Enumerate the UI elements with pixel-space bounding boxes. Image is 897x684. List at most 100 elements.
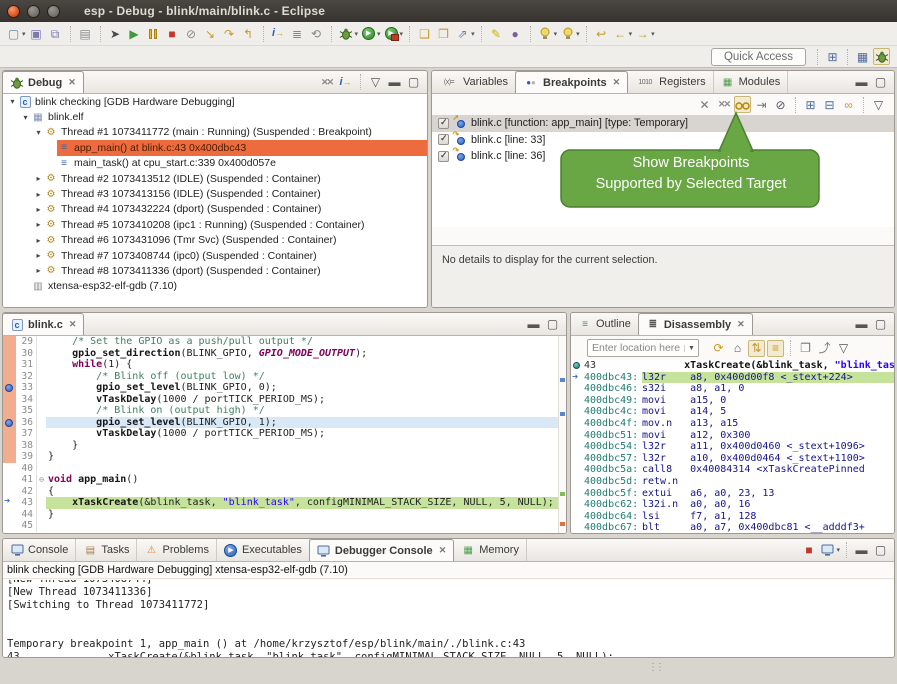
disasm-gutter[interactable] xyxy=(571,430,584,442)
disasm-gutter[interactable] xyxy=(571,360,584,372)
link-with-debug-icon[interactable]: ∞ xyxy=(840,96,857,113)
run-icon[interactable]: ▶ xyxy=(360,25,377,42)
checkbox[interactable] xyxy=(438,134,449,145)
tree-expander-icon[interactable]: ▸ xyxy=(33,220,44,229)
pointer-icon[interactable]: ➤ xyxy=(107,25,124,42)
tab-console[interactable]: Console xyxy=(3,539,76,561)
open-element-icon[interactable]: ❐ xyxy=(435,25,452,42)
open-project-icon[interactable]: ❏ xyxy=(416,25,433,42)
tab-executables[interactable]: ▶Executables xyxy=(217,539,310,561)
tree-expander-icon[interactable]: ▸ xyxy=(33,190,44,199)
chevron-down-icon[interactable]: ▾ xyxy=(554,30,558,38)
line-number[interactable]: 32 xyxy=(16,371,37,383)
breakpoint-icon[interactable] xyxy=(5,419,13,427)
disasm-gutter[interactable] xyxy=(571,464,584,476)
quick-access-box[interactable]: Quick Access xyxy=(711,48,806,66)
debug-icon[interactable] xyxy=(338,25,355,42)
show-source-icon[interactable]: ≡ xyxy=(767,340,784,357)
disasm-gutter[interactable] xyxy=(571,418,584,430)
tree-expander-icon[interactable]: ▸ xyxy=(33,266,44,275)
chevron-down-icon[interactable]: ▾ xyxy=(576,30,580,38)
marker-bar[interactable] xyxy=(3,417,16,429)
marker-bar[interactable] xyxy=(3,405,16,417)
disasm-gutter[interactable] xyxy=(571,522,584,533)
minimize-icon[interactable]: ▬ xyxy=(525,316,542,333)
marker-bar[interactable] xyxy=(3,371,16,383)
chevron-down-icon[interactable]: ▾ xyxy=(651,30,655,38)
marker-bar[interactable] xyxy=(3,428,16,440)
breakpoint-icon[interactable] xyxy=(5,384,13,392)
line-number[interactable]: 41 xyxy=(16,474,37,486)
debug-tree-row[interactable]: ▸⚙Thread #2 1073413512 (IDLE) (Suspended… xyxy=(3,171,427,186)
debug-tree-row[interactable]: ▸⚙Thread #5 1073410208 (ipc1 : Running) … xyxy=(3,217,427,232)
maximize-icon[interactable]: ▢ xyxy=(405,74,422,91)
tab-modules[interactable]: ▦Modules xyxy=(714,71,789,93)
close-icon[interactable]: ✕ xyxy=(439,545,447,556)
open-type-icon[interactable]: ● xyxy=(507,25,524,42)
overview-ruler[interactable] xyxy=(558,336,566,533)
maximize-icon[interactable]: ▢ xyxy=(872,542,889,559)
marker-bar[interactable] xyxy=(3,474,16,486)
line-number[interactable]: 40 xyxy=(16,463,37,475)
disasm-gutter[interactable] xyxy=(571,499,584,511)
tree-expander-icon[interactable]: ▾ xyxy=(33,128,44,137)
tree-expander-icon[interactable]: ▸ xyxy=(33,174,44,183)
debug-tree-row[interactable]: ▸⚙Thread #4 1073432224 (dport) (Suspende… xyxy=(3,202,427,217)
maximize-icon[interactable]: ▢ xyxy=(544,316,561,333)
chevron-down-icon[interactable]: ▾ xyxy=(836,546,840,554)
line-number[interactable]: 37 xyxy=(16,428,37,440)
tree-expander-icon[interactable]: ▸ xyxy=(33,251,44,260)
disasm-gutter[interactable] xyxy=(571,406,584,418)
disasm-gutter[interactable] xyxy=(571,395,584,407)
chevron-down-icon[interactable]: ▾ xyxy=(629,30,633,38)
line-number[interactable]: 42 xyxy=(16,486,37,498)
cpp-perspective-icon[interactable]: ▦ xyxy=(854,48,871,65)
close-icon[interactable]: ✕ xyxy=(68,77,76,88)
statusbar-grip[interactable]: ⋮⋮ xyxy=(648,662,662,673)
refresh-icon[interactable]: ⟳ xyxy=(710,340,727,357)
tab-debug[interactable]: Debug✕ xyxy=(2,71,84,93)
maximize-icon[interactable]: ▢ xyxy=(872,316,889,333)
terminate-icon[interactable]: ■ xyxy=(800,542,817,559)
disasm-gutter[interactable] xyxy=(571,476,584,488)
resume-icon[interactable]: ▶ xyxy=(126,25,143,42)
display-console-icon[interactable] xyxy=(819,542,836,559)
view-menu-icon[interactable]: ▽ xyxy=(835,340,852,357)
disasm-gutter[interactable] xyxy=(571,511,584,523)
tab-disassembly[interactable]: ≣Disassembly✕ xyxy=(638,313,753,335)
console-output[interactable]: [New Thread 1073408744][New Thread 10734… xyxy=(3,580,894,657)
tab-problems[interactable]: ⚠Problems xyxy=(137,539,216,561)
line-number[interactable]: 45 xyxy=(16,520,37,532)
disasm-gutter[interactable] xyxy=(571,453,584,465)
line-number[interactable]: 43 xyxy=(16,497,37,509)
chevron-down-icon[interactable]: ▾ xyxy=(355,30,359,38)
step-return-icon[interactable]: ↰ xyxy=(240,25,257,42)
sync-selection-icon[interactable]: ⇅ xyxy=(748,340,765,357)
launch-icon[interactable]: ⇗ xyxy=(454,25,471,42)
suspend-icon[interactable] xyxy=(145,25,162,42)
marker-bar[interactable] xyxy=(3,520,16,532)
instruction-stepping-icon[interactable]: i→ xyxy=(270,25,287,42)
minimize-icon[interactable]: ▬ xyxy=(853,74,870,91)
marker-bar[interactable] xyxy=(3,463,16,475)
selected-stack-frame[interactable]: ≡app_main() at blink.c:43 0x400dbc43 xyxy=(57,140,427,155)
close-button[interactable] xyxy=(7,5,20,18)
last-edit-location-icon[interactable]: ↩ xyxy=(593,25,610,42)
tab-debugger-console[interactable]: Debugger Console✕ xyxy=(309,539,454,561)
back-icon[interactable]: ← xyxy=(612,25,629,42)
forward-icon[interactable]: → xyxy=(634,25,651,42)
debug-tree-row[interactable]: ≡main_task() at cpu_start.c:339 0x400d05… xyxy=(3,156,427,171)
view-menu-icon[interactable]: ▽ xyxy=(870,96,887,113)
checkbox[interactable] xyxy=(438,151,449,162)
line-number[interactable]: 29 xyxy=(16,336,37,348)
step-over-icon[interactable]: ↷ xyxy=(221,25,238,42)
search-icon[interactable] xyxy=(537,25,554,42)
tab-variables[interactable]: (x)=Variables xyxy=(432,71,516,93)
close-icon[interactable]: ✕ xyxy=(737,319,745,330)
line-number[interactable]: 38 xyxy=(16,440,37,452)
external-tools-icon[interactable]: ▶ xyxy=(383,25,400,42)
export-icon[interactable]: ⤴ xyxy=(816,340,833,357)
tree-expander-icon[interactable]: ▾ xyxy=(7,97,18,106)
line-number[interactable]: 30 xyxy=(16,348,37,360)
marker-bar[interactable] xyxy=(3,382,16,394)
